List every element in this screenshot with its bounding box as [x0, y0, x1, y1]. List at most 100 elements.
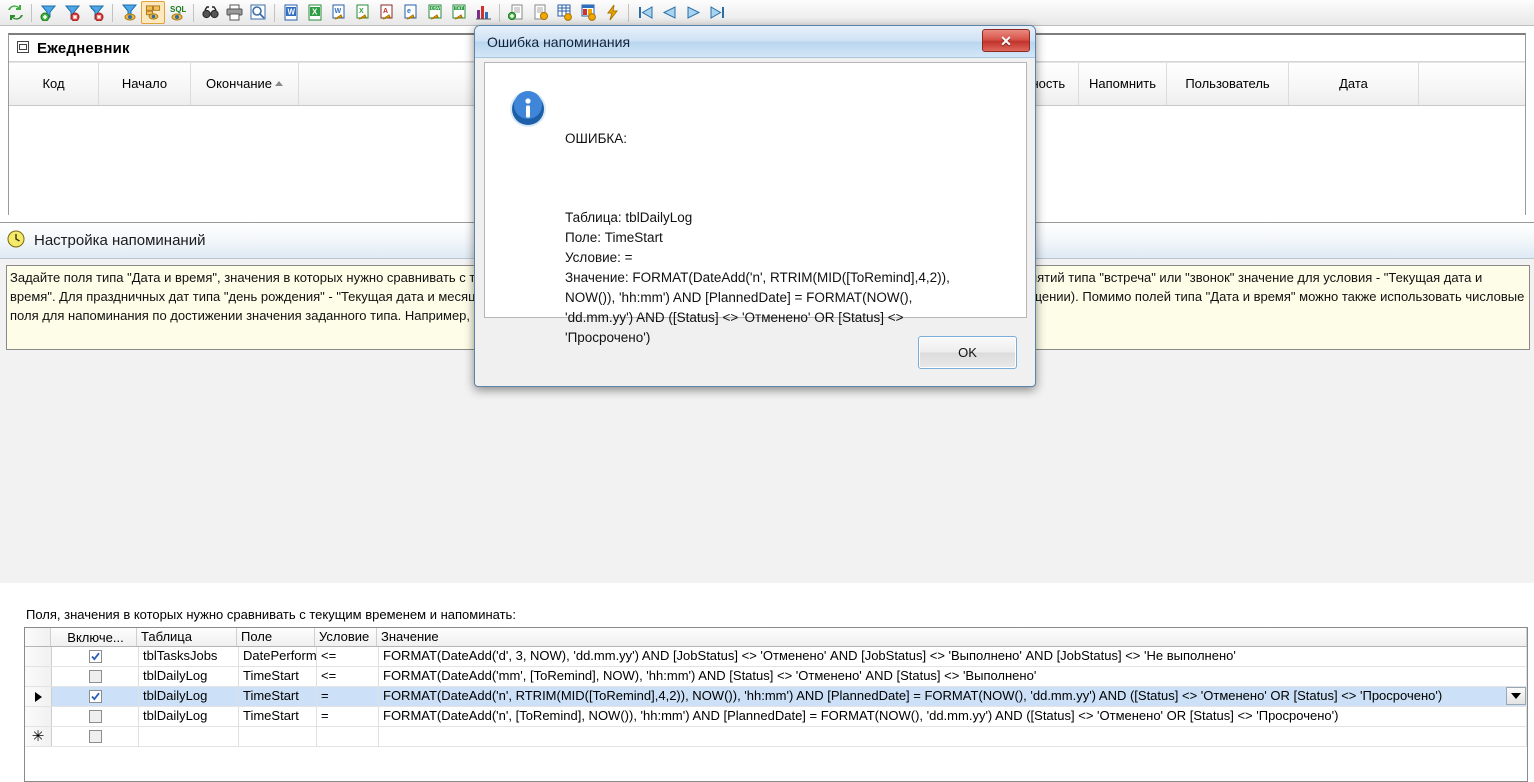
cell-condition[interactable]: <= — [317, 667, 379, 686]
cell-condition[interactable] — [317, 727, 379, 746]
filter-add-icon[interactable] — [36, 1, 60, 24]
group-view-icon[interactable] — [141, 1, 165, 24]
cell-table[interactable]: tblDailyLog — [139, 667, 239, 686]
main-toolbar: SQL W X W X A e CSV TXT — [0, 0, 1534, 26]
diary-column-header[interactable]: Окончание — [191, 63, 299, 105]
diary-column-label: Дата — [1339, 76, 1368, 91]
svg-text:e: e — [407, 8, 411, 15]
export-html-icon[interactable]: e — [399, 1, 423, 24]
export-csv-icon[interactable]: CSV — [423, 1, 447, 24]
sort-ascending-icon — [275, 81, 284, 86]
export-txt-icon[interactable]: TXT — [447, 1, 471, 24]
nav-last-icon[interactable] — [705, 1, 729, 24]
cell-field[interactable]: TimeStart — [239, 687, 317, 706]
cell-value[interactable]: FORMAT(DateAdd('mm', [ToRemind], NOW), '… — [379, 667, 1527, 686]
reminders-column-header[interactable]: Таблица — [137, 628, 237, 646]
reminders-data-grid[interactable]: Включе... Таблица Поле Условие Значение tblT… — [24, 627, 1528, 782]
nav-first-icon[interactable] — [633, 1, 657, 24]
cell-table[interactable] — [139, 727, 239, 746]
cell-field[interactable]: DatePerform — [239, 647, 317, 666]
columns-settings-icon[interactable] — [576, 1, 600, 24]
cell-value[interactable] — [379, 727, 1527, 746]
table-row[interactable]: ✳ — [25, 727, 1527, 747]
diary-column-label: Окончание — [205, 76, 273, 91]
export-rtf-icon[interactable]: A — [375, 1, 399, 24]
page-title: Ежедневник — [37, 39, 130, 57]
lightning-icon[interactable] — [600, 1, 624, 24]
row-enabled-checkbox[interactable] — [52, 687, 139, 706]
table-row[interactable]: tblDailyLog TimeStart = FORMAT(DateAdd('n',… — [25, 687, 1527, 707]
chart-icon[interactable] — [471, 1, 495, 24]
row-enabled-checkbox[interactable] — [52, 667, 139, 686]
current-row-icon — [25, 687, 52, 706]
export-word-quick-icon[interactable]: W — [327, 1, 351, 24]
cell-condition[interactable]: = — [317, 687, 379, 706]
reminders-grid-rows[interactable]: tblTasksJobs DatePerform <= FORMAT(DateAdd(… — [25, 647, 1527, 747]
cell-field[interactable]: TimeStart — [239, 707, 317, 726]
window-restore-icon[interactable] — [17, 40, 29, 56]
row-enabled-checkbox[interactable] — [52, 727, 139, 746]
chevron-down-icon[interactable] — [1506, 687, 1526, 705]
ok-button[interactable]: OK — [918, 336, 1017, 369]
print-preview-icon[interactable] — [246, 1, 270, 24]
export-word-icon[interactable]: W — [279, 1, 303, 24]
close-icon[interactable]: ✕ — [982, 29, 1030, 52]
reminders-column-header[interactable]: Поле — [237, 628, 315, 646]
cell-field[interactable]: TimeStart — [239, 667, 317, 686]
diary-column-label: Пользователь — [1185, 76, 1270, 91]
diary-column-label: Код — [42, 76, 65, 91]
table-row[interactable]: tblTasksJobs DatePerform <= FORMAT(DateAdd(… — [25, 647, 1527, 667]
svg-text:W: W — [287, 8, 295, 17]
dialog-heading: ОШИБКА: — [565, 131, 628, 146]
cell-value[interactable]: FORMAT(DateAdd('n', [ToRemind], NOW()), … — [379, 707, 1527, 726]
cell-table[interactable]: tblTasksJobs — [139, 647, 239, 666]
reminders-column-header[interactable]: Включе... — [51, 628, 137, 646]
table-row[interactable]: tblDailyLog TimeStart = FORMAT(DateAdd('n',… — [25, 707, 1527, 727]
row-indicator — [25, 667, 52, 686]
cell-condition[interactable]: <= — [317, 647, 379, 666]
cell-value[interactable]: FORMAT(DateAdd('d', 3, NOW), 'dd.mm.yy')… — [379, 647, 1527, 666]
export-excel-icon[interactable]: X — [303, 1, 327, 24]
new-row-icon: ✳ — [25, 727, 52, 746]
find-icon[interactable] — [198, 1, 222, 24]
refresh-icon[interactable] — [3, 1, 27, 24]
export-excel-quick-icon[interactable]: X — [351, 1, 375, 24]
cell-field[interactable] — [239, 727, 317, 746]
record-add-icon[interactable] — [504, 1, 528, 24]
reminders-column-header[interactable]: Значение — [377, 628, 1527, 646]
row-enabled-checkbox[interactable] — [52, 647, 139, 666]
dialog-titlebar[interactable]: Ошибка напоминания ✕ — [475, 26, 1035, 58]
svg-text:CSV: CSV — [430, 6, 439, 11]
print-icon[interactable] — [222, 1, 246, 24]
diary-column-label: Напомнить — [1089, 76, 1156, 91]
diary-column-header[interactable]: Код — [9, 63, 99, 105]
row-indicator — [25, 647, 52, 666]
reminders-column-header[interactable] — [25, 628, 51, 646]
cell-condition[interactable]: = — [317, 707, 379, 726]
sql-view-icon[interactable]: SQL — [165, 1, 189, 24]
filter-clear-icon[interactable] — [84, 1, 108, 24]
diary-column-header[interactable]: Начало — [99, 63, 191, 105]
svg-text:A: A — [383, 8, 388, 15]
dialog-body: ОШИБКА: Таблица: tblDailyLog Поле: TimeS… — [484, 62, 1027, 345]
cell-table[interactable]: tblDailyLog — [139, 707, 239, 726]
record-edit-icon[interactable] — [528, 1, 552, 24]
reminders-grid-label: Поля, значения в которых нужно сравниват… — [26, 607, 516, 622]
diary-column-label: Начало — [121, 76, 168, 91]
reminders-column-header[interactable]: Условие — [315, 628, 377, 646]
cell-value[interactable]: FORMAT(DateAdd('n', RTRIM(MID([ToRemind]… — [379, 687, 1527, 706]
svg-text:SQL: SQL — [170, 5, 186, 14]
row-enabled-checkbox[interactable] — [52, 707, 139, 726]
diary-column-header[interactable]: Пользователь — [1167, 63, 1289, 105]
nav-next-icon[interactable] — [681, 1, 705, 24]
cell-table[interactable]: tblDailyLog — [139, 687, 239, 706]
table-settings-icon[interactable] — [552, 1, 576, 24]
diary-column-header[interactable]: Дата — [1289, 63, 1419, 105]
table-row[interactable]: tblDailyLog TimeStart <= FORMAT(DateAdd('mm… — [25, 667, 1527, 687]
filter-view-icon[interactable] — [117, 1, 141, 24]
diary-column-header[interactable]: Напомнить — [1079, 63, 1167, 105]
nav-prev-icon[interactable] — [657, 1, 681, 24]
row-indicator — [25, 707, 52, 726]
reminders-title: Настройка напоминаний — [34, 232, 206, 249]
filter-remove-icon[interactable] — [60, 1, 84, 24]
